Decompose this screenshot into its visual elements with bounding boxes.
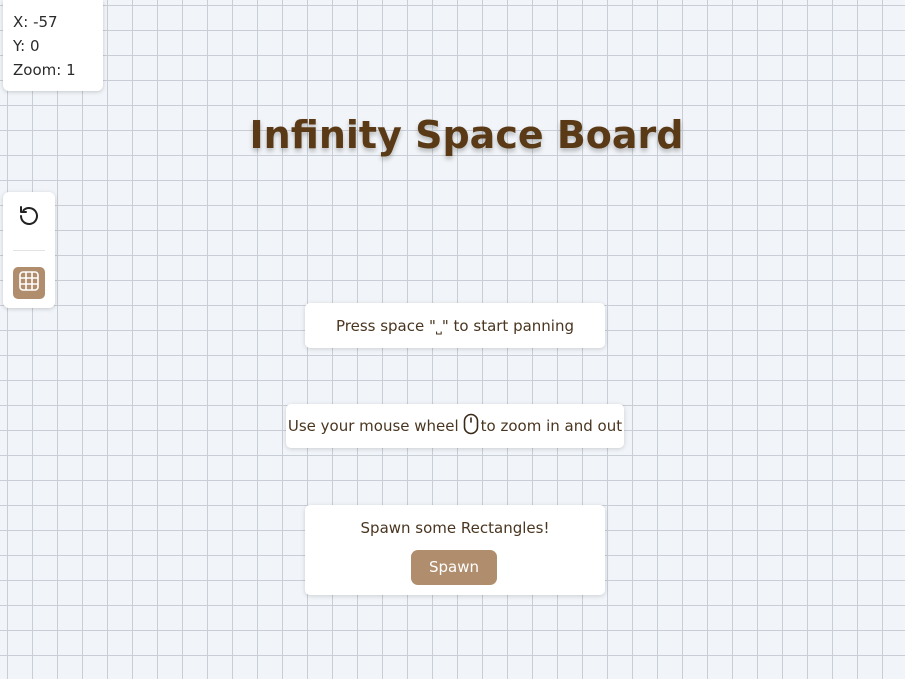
reset-view-button[interactable]: [13, 202, 45, 234]
board-title: Infinity Space Board: [249, 113, 684, 157]
mouse-icon: [463, 413, 479, 439]
toolbar-divider: [13, 250, 45, 251]
spawn-card: Spawn some Rectangles! Spawn: [305, 505, 605, 595]
zoom-instruction-text-end: to zoom in and out: [480, 417, 623, 435]
reset-rotate-icon: [17, 204, 41, 232]
zoom-instruction-card: Use your mouse wheel to zoom in and out: [286, 404, 624, 448]
pan-instruction-text: Press space "⎵" to start panning: [335, 316, 575, 335]
spawn-prompt-text: Spawn some Rectangles!: [360, 519, 550, 537]
x-coordinate: X: -57: [13, 13, 58, 31]
zoom-level: Zoom: 1: [13, 61, 76, 79]
coordinates-panel: X: -57 Y: 0 Zoom: 1: [3, 0, 103, 91]
grid-icon: [18, 270, 40, 296]
side-toolbar: [3, 192, 55, 308]
toggle-grid-button[interactable]: [13, 267, 45, 299]
zoom-instruction-text-start: Use your mouse wheel: [287, 417, 459, 435]
pan-instruction-card: Press space "⎵" to start panning: [305, 303, 605, 348]
spawn-button[interactable]: Spawn: [411, 550, 497, 585]
y-coordinate: Y: 0: [13, 37, 40, 55]
